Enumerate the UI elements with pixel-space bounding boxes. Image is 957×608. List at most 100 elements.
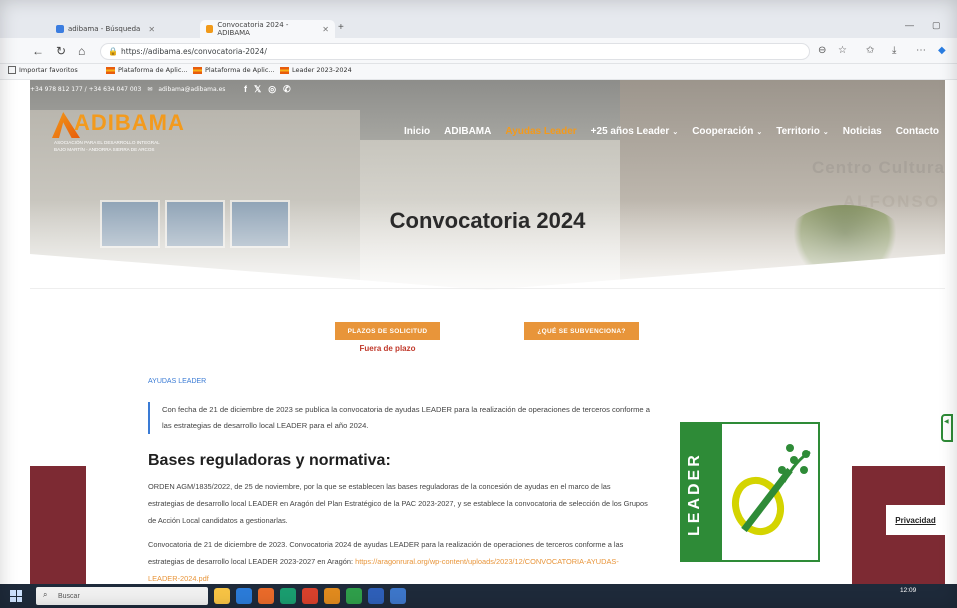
phone-text[interactable]: +34 978 812 177 / +34 634 047 003 xyxy=(30,86,141,93)
adibama-favicon-icon xyxy=(206,25,214,33)
fav-plataforma-1[interactable]: Plataforma de Aplic... xyxy=(106,66,188,74)
nav-inicio[interactable]: Inicio xyxy=(404,126,430,137)
email-text[interactable]: adibama@adibama.es xyxy=(158,86,225,93)
mail-icon[interactable] xyxy=(236,588,252,604)
app-icon[interactable] xyxy=(324,588,340,604)
url-field[interactable]: 🔒 https://adibama.es/convocatoria-2024/ xyxy=(100,43,810,60)
hero-bottom-shape xyxy=(30,254,945,290)
contact-info: +34 978 812 177 / +34 634 047 003 ✉ adib… xyxy=(30,86,225,93)
leader-emblem-icon xyxy=(731,444,811,536)
fav-label: Plataforma de Aplic... xyxy=(205,66,275,74)
app-icon[interactable] xyxy=(302,588,318,604)
app-icon[interactable] xyxy=(258,588,274,604)
paragraph-convocatoria: Convocatoria de 21 de diciembre de 2023.… xyxy=(148,536,648,587)
logo-subtitle: ASOCIACIÓN PARA EL DESARROLLO INTEGRAL xyxy=(54,140,160,145)
privacy-button[interactable]: Privacidad xyxy=(886,505,945,535)
minimize-icon[interactable]: — xyxy=(905,20,914,30)
nav-25-anos-leader[interactable]: +25 años Leader ⌄ xyxy=(591,126,679,137)
search-favicon-icon xyxy=(56,25,64,33)
address-bar-row: ← ↻ ⌂ 🔒 https://adibama.es/convocatoria-… xyxy=(0,38,957,64)
nav-cooperacion[interactable]: Cooperación ⌄ xyxy=(692,126,762,137)
lock-icon: 🔒 xyxy=(108,47,118,56)
side-widget-icon: ◀ xyxy=(944,419,949,425)
side-widget-tab[interactable]: ◀ xyxy=(941,414,953,442)
nav-ayudas-leader[interactable]: Ayudas Leader xyxy=(505,126,576,137)
site-logo[interactable]: ADIBAMA ASOCIACIÓN PARA EL DESARROLLO IN… xyxy=(52,110,192,156)
clock-time[interactable]: 12:09 xyxy=(900,587,916,594)
fav-label: Importar favoritos xyxy=(19,66,78,74)
close-icon[interactable]: ✕ xyxy=(322,25,329,34)
x-icon[interactable]: 𝕏 xyxy=(254,84,261,95)
paragraph-orden: ORDEN AGM/1835/2022, de 25 de noviembre,… xyxy=(148,482,648,525)
close-icon[interactable]: ✕ xyxy=(148,25,155,34)
refresh-icon[interactable]: ↻ xyxy=(56,44,66,58)
tab-search[interactable]: adibama - Búsqueda ✕ xyxy=(50,20,200,38)
url-text: https://adibama.es/convocatoria-2024/ xyxy=(121,47,267,56)
aragon-flag-icon xyxy=(106,66,115,74)
decor-block xyxy=(30,466,86,586)
nav-noticias[interactable]: Noticias xyxy=(843,126,882,137)
whatsapp-icon[interactable]: ✆ xyxy=(283,84,291,95)
divider xyxy=(30,288,945,289)
que-se-subvenciona-button[interactable]: ¿QUÉ SE SUBVENCIONA? xyxy=(524,322,639,340)
search-icon: ⌕ xyxy=(43,590,48,599)
star-icon[interactable]: ☆ xyxy=(838,45,847,56)
tab-label: adibama - Búsqueda xyxy=(68,25,141,33)
nav-label: Cooperación xyxy=(692,126,754,137)
more-icon[interactable]: ⋯ xyxy=(916,45,926,56)
facebook-icon[interactable]: f xyxy=(244,84,247,95)
logo-name: ADIBAMA xyxy=(74,110,185,135)
chevron-down-icon: ⌄ xyxy=(822,129,829,136)
section-heading: Bases reguladoras y normativa: xyxy=(148,452,391,469)
fav-leader[interactable]: Leader 2023-2024 xyxy=(280,66,352,74)
building-sign: Centro Cultura xyxy=(812,158,945,177)
word-icon[interactable] xyxy=(368,588,384,604)
leader-word: LEADER xyxy=(686,452,703,536)
tab-label: Convocatoria 2024 - ADIBAMA xyxy=(217,21,289,37)
fav-label: Plataforma de Aplic... xyxy=(118,66,188,74)
excel-icon[interactable] xyxy=(346,588,362,604)
search-placeholder: Buscar xyxy=(58,592,80,600)
maximize-icon[interactable]: ▢ xyxy=(932,20,941,31)
copilot-icon[interactable]: ◆ xyxy=(938,45,946,56)
chevron-down-icon: ⌄ xyxy=(756,129,763,136)
breadcrumb[interactable]: AYUDAS LEADER xyxy=(148,378,206,385)
tab-convocatoria[interactable]: Convocatoria 2024 - ADIBAMA ✕ xyxy=(200,20,335,38)
favorites-bar: Importar favoritos Plataforma de Aplic..… xyxy=(0,64,957,80)
logo-subtitle: BAJO MARTÍN - ANDORRA SIERRA DE ARCOS xyxy=(54,147,155,152)
chevron-down-icon: ⌄ xyxy=(672,129,679,136)
home-icon[interactable]: ⌂ xyxy=(78,44,85,58)
fav-import[interactable]: Importar favoritos xyxy=(8,66,78,74)
intro-quote: Con fecha de 21 de diciembre de 2023 se … xyxy=(148,402,658,434)
nav-label: +25 años Leader xyxy=(590,126,670,137)
fav-label: Leader 2023-2024 xyxy=(292,66,352,74)
taskbar-search[interactable]: ⌕ Buscar xyxy=(36,587,208,605)
download-icon[interactable]: ⤓ xyxy=(892,45,896,56)
aragon-flag-icon xyxy=(280,66,289,74)
fav-plataforma-2[interactable]: Plataforma de Aplic... xyxy=(193,66,275,74)
main-nav: Inicio ADIBAMA Ayudas Leader +25 años Le… xyxy=(404,126,953,137)
outlook-icon[interactable] xyxy=(390,588,406,604)
edge-icon[interactable] xyxy=(280,588,296,604)
file-explorer-icon[interactable] xyxy=(214,588,230,604)
browser-tab-bar: adibama - Búsqueda ✕ Convocatoria 2024 -… xyxy=(0,0,957,38)
new-tab-icon[interactable]: + xyxy=(338,22,344,33)
plazos-solicitud-button[interactable]: PLAZOS DE SOLICITUD xyxy=(335,322,440,340)
aragon-flag-icon xyxy=(193,66,202,74)
nav-label: Territorio xyxy=(776,126,820,137)
windows-start-icon[interactable] xyxy=(10,590,22,602)
page-title: Convocatoria 2024 xyxy=(389,208,586,233)
nav-contacto[interactable]: Contacto xyxy=(896,126,939,137)
import-icon xyxy=(8,66,16,74)
leader-logo: LEADER xyxy=(680,422,820,562)
screen: adibama - Búsqueda ✕ Convocatoria 2024 -… xyxy=(0,0,957,608)
social-links: f 𝕏 ◎ ✆ xyxy=(244,84,291,95)
plazo-status: Fuera de plazo xyxy=(359,344,416,353)
instagram-icon[interactable]: ◎ xyxy=(268,84,276,95)
nav-adibama[interactable]: ADIBAMA xyxy=(444,126,491,137)
zoom-icon[interactable]: ⊖ xyxy=(818,45,826,56)
os-taskbar: ⌕ Buscar 12:09 xyxy=(0,584,957,608)
back-arrow-icon[interactable]: ← xyxy=(32,44,44,58)
nav-territorio[interactable]: Territorio ⌄ xyxy=(776,126,829,137)
favorites-icon[interactable]: ✩ xyxy=(866,45,874,56)
